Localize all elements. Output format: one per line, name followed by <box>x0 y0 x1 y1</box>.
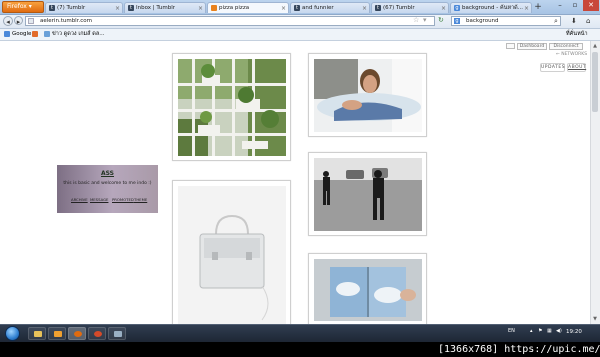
tab-inbox-tumblr[interactable]: t Inbox | Tumblr × <box>124 2 206 13</box>
minimize-button[interactable]: – <box>553 0 567 11</box>
pizza-slice-icon <box>211 5 217 11</box>
tumblr-icon: t <box>128 5 134 11</box>
tab-tumblr-67[interactable]: t (67) Tumblr × <box>371 2 449 13</box>
bookmark-google[interactable]: Google <box>12 29 31 40</box>
forward-button[interactable]: ▸ <box>14 16 23 26</box>
promoted-link[interactable]: PROMOTED <box>112 197 134 202</box>
reload-icon[interactable]: ↻ <box>438 16 444 24</box>
taskbar-firefox[interactable] <box>68 327 86 340</box>
google-icon <box>4 31 10 37</box>
post-image-bag <box>178 186 286 324</box>
close-icon[interactable]: × <box>281 3 286 13</box>
folder-icon <box>34 331 42 337</box>
bookmark-folder-icon[interactable] <box>32 31 38 37</box>
scroll-down-icon[interactable]: ▼ <box>591 315 599 323</box>
tab-background-search[interactable]: g background - ค้นหาด้... × <box>450 2 532 13</box>
photo-post-book[interactable] <box>308 253 427 324</box>
photo-post-walking[interactable] <box>308 152 427 236</box>
volume-icon[interactable]: ◀) <box>556 328 562 334</box>
close-icon[interactable]: × <box>115 3 120 13</box>
site-identity-icon[interactable] <box>28 18 34 24</box>
bookmark-news[interactable]: ข่าว ดูดวง เกมส์ ดล... <box>52 29 104 40</box>
network-tray-icon[interactable]: ▦ <box>547 328 552 334</box>
flag-icon[interactable]: ⚑ <box>538 328 542 334</box>
post-image-book <box>314 259 422 321</box>
photo-post-plants[interactable] <box>172 53 291 161</box>
close-icon[interactable]: × <box>362 3 367 13</box>
tumblr-blog-page: Dashboard Disconnect ← NETWORKS UPDATES … <box>0 41 590 324</box>
profile-card: ASS this is basic and welcome to me indo… <box>57 165 158 213</box>
download-icon[interactable]: ⬇ <box>571 17 577 25</box>
taskbar-clock[interactable]: 19:20 <box>566 329 582 335</box>
home-icon[interactable]: ⌂ <box>586 17 590 25</box>
taskbar-app[interactable] <box>88 327 106 340</box>
tab-and-funnier[interactable]: t and funnier × <box>290 2 370 13</box>
tab-pizza-pizza[interactable]: pizza pizza × <box>207 2 289 13</box>
google-icon[interactable]: g <box>454 18 460 24</box>
message-link[interactable]: MESSAGE <box>90 197 108 202</box>
scroll-up-icon[interactable]: ▲ <box>591 42 599 50</box>
post-image-portrait <box>314 59 422 132</box>
tumblr-icon: t <box>294 5 300 11</box>
photo-post-portrait[interactable] <box>308 53 427 137</box>
tab-label: Inbox | Tumblr <box>136 5 176 11</box>
firefox-menu-button[interactable]: Firefox ▾ <box>2 1 44 13</box>
firefox-icon <box>74 331 82 337</box>
about-button[interactable]: ABOUT <box>567 63 586 72</box>
new-tab-button[interactable]: + <box>533 2 543 13</box>
news-page-icon <box>44 31 50 37</box>
tab-label: and funnier <box>302 5 334 11</box>
updates-button[interactable]: UPDATES <box>540 63 565 72</box>
tab-label: background - ค้นหาด้... <box>462 5 523 11</box>
url-bar[interactable]: aelerin.tumblr.com <box>25 16 435 26</box>
taskbar-explorer[interactable] <box>28 327 46 340</box>
close-icon[interactable]: × <box>441 3 446 13</box>
profile-title: ASS <box>100 170 115 177</box>
windows-taskbar: EN ▴ ⚑ ▦ ◀) 19:20 <box>0 324 600 343</box>
tab-label: (7) Tumblr <box>57 5 86 11</box>
tab-tumblr-7[interactable]: t (7) Tumblr × <box>45 2 123 13</box>
post-image-plants <box>178 59 286 156</box>
tab-label: (67) Tumblr <box>383 5 415 11</box>
post-image-walking <box>314 158 422 231</box>
upic-watermark: [1366x768] https://upic.me/ <box>438 344 600 355</box>
start-button[interactable] <box>5 326 20 341</box>
search-input[interactable]: background <box>451 16 561 26</box>
theme-link[interactable]: THEME <box>134 197 147 202</box>
close-window-button[interactable]: ✕ <box>583 0 599 11</box>
tumblr-icon: t <box>49 5 55 11</box>
back-button[interactable]: ◂ <box>3 16 13 26</box>
tumblr-icon: t <box>375 5 381 11</box>
dashboard-button[interactable]: Dashboard <box>517 43 547 50</box>
profile-description: this is basic and welcome to me indo :) <box>63 181 152 186</box>
maximize-button[interactable]: ▫ <box>568 0 582 11</box>
google-icon: g <box>454 5 460 11</box>
language-indicator[interactable]: EN <box>508 328 515 334</box>
taskbar-media[interactable] <box>48 327 66 340</box>
scrollbar-thumb[interactable] <box>592 52 598 112</box>
taskbar-network[interactable] <box>108 327 126 340</box>
disconnect-button[interactable]: Disconnect <box>549 43 583 50</box>
photo-post-bag[interactable] <box>172 180 291 324</box>
app-icon <box>94 331 102 337</box>
star-icon[interactable]: ☆ <box>413 16 419 24</box>
firefox-button-label: Firefox <box>7 3 27 10</box>
media-player-icon <box>54 331 62 337</box>
network-icon <box>114 331 122 337</box>
close-icon[interactable]: × <box>524 3 529 13</box>
follow-icon[interactable] <box>506 43 515 49</box>
bookmarks-menu[interactable]: ที่คั่นหน้า <box>566 29 588 40</box>
archive-link[interactable]: ARCHIVE <box>71 197 88 202</box>
close-icon[interactable]: × <box>198 3 203 13</box>
network-link[interactable]: ← NETWORKS <box>556 52 587 57</box>
tray-arrow-icon[interactable]: ▴ <box>530 328 533 334</box>
history-dropdown-icon[interactable]: ▾ <box>423 16 427 24</box>
tab-label: pizza pizza <box>219 5 250 11</box>
search-icon[interactable]: ⌕ <box>554 17 558 26</box>
